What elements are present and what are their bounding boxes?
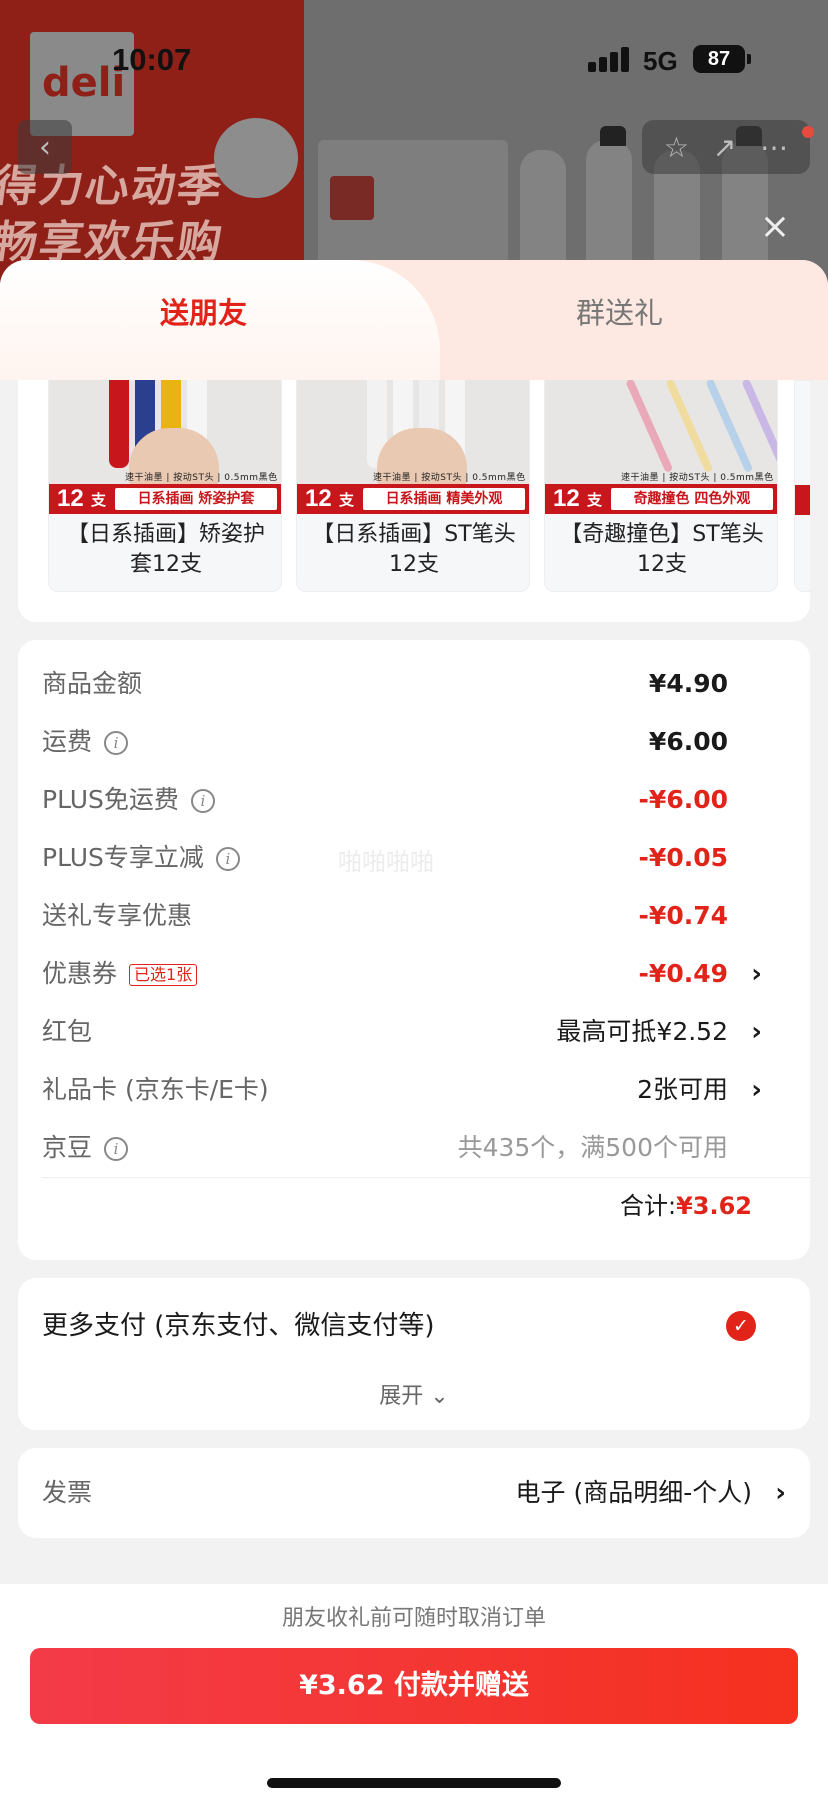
product-feature: 奇趣撞色 四色外观 <box>611 488 773 510</box>
product-spec: 速干油墨 | 按动ST头 | 0.5mm黑色 <box>373 473 526 483</box>
row-coupon[interactable]: 优惠券 已选1张 -¥0.49 › <box>42 954 786 994</box>
payment-option-label[interactable]: 更多支付 (京东支付、微信支付等) <box>42 1306 435 1346</box>
gift-products-card: 速干油墨 | 按动ST头 | 0.5mm黑色 12 支 日系插画 矫姿护套 【日… <box>18 380 810 622</box>
gift-discount-label: 送礼专享优惠 <box>42 901 193 930</box>
share-icon[interactable]: ↗ <box>713 131 736 164</box>
row-shipping: 运费 i ¥6.00 <box>42 722 786 762</box>
product-card[interactable]: 速干油墨 | 按动ST头 | 0.5mm黑色 12 支 日系插画 矫姿护套 【日… <box>48 380 282 592</box>
shipping-label: 运费 <box>42 727 93 756</box>
product-name: 【日系插画】ST笔头12支 <box>312 522 516 577</box>
info-icon[interactable]: i <box>104 731 129 755</box>
home-indicator[interactable] <box>267 1778 561 1788</box>
product-count: 12 <box>57 485 84 512</box>
product-name: 【日系插画】矫姿护套12支 <box>66 522 265 577</box>
coupon-selected-chip: 已选1张 <box>129 964 198 986</box>
row-goods-amount: 商品金额 ¥4.90 <box>42 664 786 704</box>
info-icon[interactable]: i <box>190 789 215 813</box>
row-gift-card[interactable]: 礼品卡 (京东卡/E卡) 2张可用 › <box>42 1070 786 1110</box>
back-button[interactable]: ‹ <box>18 120 72 174</box>
chevron-right-icon: › <box>751 1017 762 1047</box>
back-icon: ‹ <box>39 129 51 165</box>
mascot-image <box>214 118 298 198</box>
product-feature: 日系插画 矫姿护套 <box>115 488 277 510</box>
product-card[interactable]: 速干油墨 | 按动ST头 | 0.5mm黑色 12 支 奇趣撞色 四色外观 【奇… <box>544 380 778 592</box>
total-label: 合计: <box>619 1192 677 1220</box>
more-icon[interactable]: ⋯ <box>760 131 788 164</box>
invoice-row[interactable]: 发票 电子 (商品明细-个人) › <box>18 1448 810 1538</box>
red-packet-value: 最高可抵¥2.52 <box>556 1017 728 1046</box>
product-box-logo <box>330 176 374 220</box>
network-type: 5G <box>643 46 678 76</box>
info-icon[interactable]: i <box>104 1137 129 1161</box>
product-count: 12 <box>553 485 580 512</box>
product-unit: 支 <box>339 491 355 509</box>
expand-label: 展开 <box>379 1384 424 1409</box>
pay-and-gift-button[interactable]: ¥3.62 付款并赠送 <box>30 1648 798 1724</box>
close-icon[interactable]: × <box>758 209 792 245</box>
red-packet-label: 红包 <box>42 1017 93 1046</box>
row-jd-beans: 京豆 i 共435个，满500个可用 <box>42 1128 786 1168</box>
invoice-label: 发票 <box>42 1478 93 1507</box>
product-badge: 12 支 日系插画 矫姿护套 <box>49 484 281 514</box>
bottom-action-bar: 朋友收礼前可随时取消订单 ¥3.62 付款并赠送 <box>0 1584 828 1800</box>
goods-amount-value: ¥4.90 <box>648 669 728 698</box>
info-icon[interactable]: i <box>215 847 240 871</box>
plus-discount-value: -¥0.05 <box>638 843 728 872</box>
product-feature: 日系插画 精美外观 <box>363 488 525 510</box>
payment-method-card: 更多支付 (京东支付、微信支付等) ✓ 展开 ⌄ <box>18 1278 810 1430</box>
battery-icon: 87 <box>693 45 745 73</box>
gift-checkout-sheet: 送朋友 群送礼 速干油墨 | 按动ST头 | 0.5mm黑色 12 支 日系插画… <box>0 260 828 1800</box>
product-spec: 速干油墨 | 按动ST头 | 0.5mm黑色 <box>125 473 278 483</box>
star-icon[interactable]: ☆ <box>664 131 689 164</box>
expand-payment-button[interactable]: 展开 ⌄ <box>18 1378 810 1410</box>
tab-group-gift[interactable]: 群送礼 <box>576 290 663 332</box>
jd-beans-label: 京豆 <box>42 1133 93 1162</box>
plus-free-shipping-value: -¥6.00 <box>638 785 728 814</box>
gift-discount-value: -¥0.74 <box>638 901 728 930</box>
tab-send-friend[interactable]: 送朋友 <box>160 290 247 332</box>
check-icon[interactable]: ✓ <box>726 1311 756 1341</box>
row-plus-free-shipping: PLUS免运费 i -¥6.00 <box>42 780 786 820</box>
product-card-partial[interactable] <box>794 380 810 592</box>
coupon-value: -¥0.49 <box>638 959 728 988</box>
product-card[interactable]: 速干油墨 | 按动ST头 | 0.5mm黑色 12 支 日系插画 精美外观 【日… <box>296 380 530 592</box>
product-count: 12 <box>305 485 332 512</box>
plus-free-shipping-label: PLUS免运费 <box>42 785 179 814</box>
goods-amount-label: 商品金额 <box>42 669 143 698</box>
jd-beans-value: 共435个，满500个可用 <box>457 1133 728 1162</box>
total-amount: ¥3.62 <box>676 1192 752 1220</box>
plus-discount-label: PLUS专享立减 <box>42 843 204 872</box>
product-name: 【奇趣撞色】ST笔头12支 <box>560 522 764 577</box>
row-red-packet[interactable]: 红包 最高可抵¥2.52 › <box>42 1012 786 1052</box>
product-spec: 速干油墨 | 按动ST头 | 0.5mm黑色 <box>621 473 774 483</box>
order-total: 合计:¥3.62 <box>620 1186 752 1226</box>
signal-icon <box>588 44 638 72</box>
divider <box>42 1177 810 1178</box>
product-unit: 支 <box>587 491 603 509</box>
product-badge: 12 支 奇趣撞色 四色外观 <box>545 484 777 514</box>
chevron-right-icon: › <box>775 1478 786 1508</box>
cancel-note: 朋友收礼前可随时取消订单 <box>281 1606 546 1631</box>
tab-bar: 送朋友 群送礼 <box>0 260 828 380</box>
row-gift-discount: 送礼专享优惠 -¥0.74 <box>42 896 786 936</box>
watermark-text: 啪啪啪啪 <box>338 848 434 876</box>
pen-cap <box>600 126 626 146</box>
shipping-value: ¥6.00 <box>648 727 728 756</box>
chevron-down-icon: ⌄ <box>430 1384 449 1409</box>
invoice-value: 电子 (商品明细-个人) <box>515 1478 752 1507</box>
chevron-right-icon: › <box>751 959 762 989</box>
status-time: 10:07 <box>112 42 192 77</box>
price-breakdown-card: 商品金额 ¥4.90 运费 i ¥6.00 PLUS免运费 i -¥6.00 PLU… <box>18 640 810 1260</box>
product-badge: 12 支 日系插画 精美外观 <box>297 484 529 514</box>
gift-card-label: 礼品卡 (京东卡/E卡) <box>42 1075 269 1104</box>
product-actions: ☆ ↗ ⋯ <box>642 120 810 174</box>
notification-dot <box>802 126 814 138</box>
gift-card-value: 2张可用 <box>637 1075 728 1104</box>
chevron-right-icon: › <box>751 1075 762 1105</box>
product-unit: 支 <box>91 491 107 509</box>
battery-tip <box>747 54 751 64</box>
coupon-label: 优惠券 <box>42 959 118 988</box>
